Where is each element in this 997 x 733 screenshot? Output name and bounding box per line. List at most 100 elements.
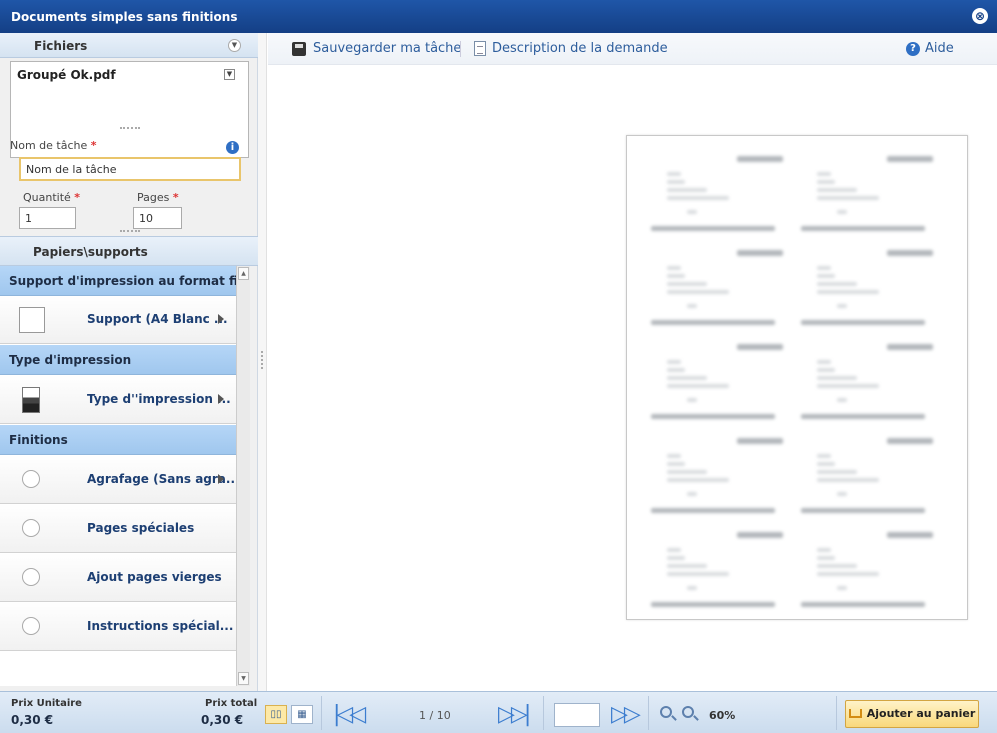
preview-label-cell: [647, 338, 787, 428]
blurred-text: [667, 368, 685, 372]
files-header-label: Fichiers: [34, 39, 88, 53]
zoom-out-icon[interactable]: [660, 706, 672, 718]
zoom-in-icon[interactable]: [682, 706, 694, 718]
info-icon[interactable]: i: [226, 141, 239, 154]
option-print-type[interactable]: Type d''impression ...: [0, 375, 236, 424]
blurred-text: [687, 586, 697, 590]
collapse-icon[interactable]: ▼: [228, 39, 241, 52]
option-label: Support (A4 Blanc ...: [87, 312, 228, 326]
task-name-input[interactable]: [19, 157, 241, 181]
blurred-text: [837, 398, 847, 402]
blurred-text: [817, 548, 831, 552]
resize-grip[interactable]: [120, 230, 140, 233]
window-titlebar: Documents simples sans finitions ⊗: [0, 0, 997, 33]
option-support[interactable]: Support (A4 Blanc ...: [0, 296, 236, 344]
option-label: Type d''impression ...: [87, 392, 231, 406]
papers-header-label: Papiers\supports: [33, 245, 148, 259]
blurred-text: [817, 462, 835, 466]
blurred-text: [837, 210, 847, 214]
radio-icon[interactable]: [22, 470, 40, 488]
close-icon[interactable]: ⊗: [972, 8, 988, 24]
section-header-print-type: Type d'impression: [0, 345, 236, 375]
panel-splitter[interactable]: [258, 33, 267, 691]
blurred-text: [817, 564, 857, 568]
options-scrollbar[interactable]: ▲ ▼: [236, 266, 250, 686]
blurred-text: [667, 360, 681, 364]
chevron-right-icon: [218, 394, 224, 404]
help-icon[interactable]: ?: [906, 42, 920, 56]
blurred-text: [687, 398, 697, 402]
total-price-value: 0,30 €: [201, 713, 244, 727]
option-label: Pages spéciales: [87, 521, 195, 535]
blurred-text: [817, 384, 879, 388]
option-stapling[interactable]: Agrafage (Sans agra...: [0, 455, 236, 504]
blurred-text: [667, 572, 729, 576]
section-header-support: Support d'impression au format fini: [0, 266, 236, 296]
scroll-up-icon[interactable]: ▲: [238, 267, 249, 280]
blurred-text: [817, 180, 835, 184]
last-page-icon[interactable]: ▷▷|: [498, 704, 531, 726]
quantity-label: Quantité *: [23, 191, 81, 204]
blurred-text: [817, 196, 879, 200]
blurred-text: [837, 304, 847, 308]
blurred-text: [887, 532, 933, 538]
document-icon[interactable]: [474, 41, 486, 56]
help-button[interactable]: Aide: [925, 41, 954, 56]
save-task-button[interactable]: Sauvegarder ma tâche: [313, 41, 461, 56]
add-to-cart-button[interactable]: Ajouter au panier: [845, 700, 979, 728]
single-page-view-icon[interactable]: ▯▯: [265, 705, 287, 724]
cart-icon: [848, 709, 862, 718]
blurred-text: [817, 470, 857, 474]
request-description-button[interactable]: Description de la demande: [492, 41, 668, 56]
printer-icon: [22, 387, 40, 413]
resize-grip[interactable]: [120, 127, 140, 130]
quantity-input[interactable]: [19, 207, 76, 229]
blurred-text: [737, 344, 783, 350]
option-special-pages[interactable]: Pages spéciales: [0, 504, 236, 553]
file-dropdown-icon[interactable]: ▼: [224, 69, 235, 80]
paper-square-icon: [19, 307, 45, 333]
scroll-down-icon[interactable]: ▼: [238, 672, 249, 685]
chevron-right-icon: [218, 474, 224, 484]
section-header-finishing: Finitions: [0, 425, 236, 455]
preview-controls: ▯▯ ▦ |◁◁ 1 / 10 ▷▷| ▷▷ 60% Ajouter au pa…: [258, 691, 997, 733]
blurred-text: [667, 478, 729, 482]
option-blank-pages[interactable]: Ajout pages vierges: [0, 553, 236, 602]
blurred-text: [887, 438, 933, 444]
radio-icon[interactable]: [22, 617, 40, 635]
file-name[interactable]: Groupé Ok.pdf: [17, 68, 116, 82]
papers-header[interactable]: Papiers\supports: [0, 236, 258, 266]
blurred-text: [837, 586, 847, 590]
left-panel: Fichiers ▼ Groupé Ok.pdf ▼ Nom de tâche …: [0, 33, 258, 733]
blurred-text: [817, 266, 831, 270]
preview-label-cell: [647, 244, 787, 334]
blurred-text: [817, 290, 879, 294]
radio-icon[interactable]: [22, 568, 40, 586]
option-special-instructions[interactable]: Instructions spécial...: [0, 602, 236, 651]
blurred-text: [737, 532, 783, 538]
page-indicator: 1 / 10: [419, 709, 451, 722]
blurred-text: [817, 188, 857, 192]
blurred-text: [651, 320, 775, 325]
blurred-text: [817, 376, 857, 380]
radio-icon[interactable]: [22, 519, 40, 537]
preview-label-cell: [797, 338, 937, 428]
pages-input[interactable]: [133, 207, 182, 229]
blurred-text: [667, 188, 707, 192]
blurred-text: [651, 226, 775, 231]
zoom-level: 60%: [709, 709, 736, 722]
save-icon[interactable]: [292, 42, 306, 56]
preview-label-cell: [647, 432, 787, 522]
grid-view-icon[interactable]: ▦: [291, 705, 313, 724]
blurred-text: [667, 180, 685, 184]
blurred-text: [667, 274, 685, 278]
files-header[interactable]: Fichiers ▼: [0, 33, 258, 58]
blurred-text: [737, 438, 783, 444]
blurred-text: [687, 304, 697, 308]
page-number-input[interactable]: [554, 703, 600, 727]
preview-label-cell: [647, 150, 787, 240]
go-to-page-icon[interactable]: ▷▷: [611, 704, 641, 726]
pages-label: Pages *: [137, 191, 179, 204]
preview-label-cell: [647, 526, 787, 616]
first-page-icon[interactable]: |◁◁: [333, 704, 366, 726]
